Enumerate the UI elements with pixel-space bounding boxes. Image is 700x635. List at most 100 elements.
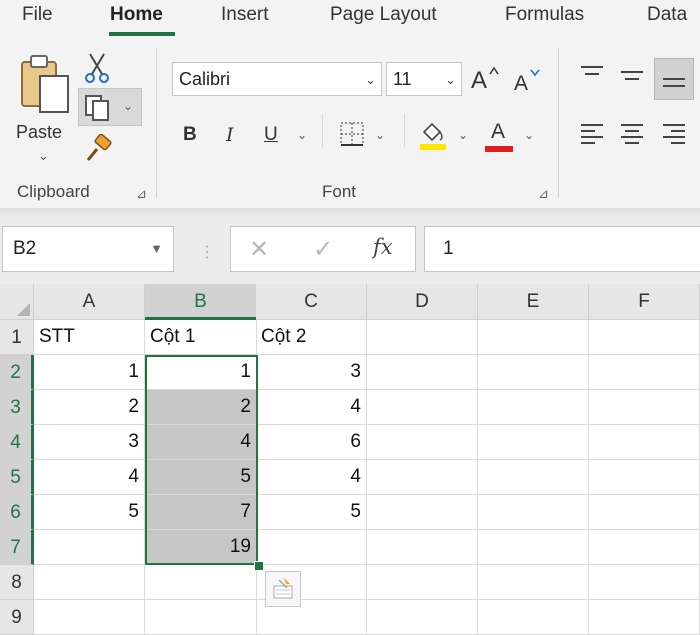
cell-f4[interactable] (589, 425, 700, 460)
cell-a1[interactable]: STT (34, 320, 145, 355)
middle-align-icon[interactable] (618, 64, 646, 88)
cell-e8[interactable] (478, 565, 589, 600)
column-header-e[interactable]: E (478, 284, 589, 320)
cell-e3[interactable] (478, 390, 589, 425)
tab-data[interactable]: Data (647, 4, 687, 26)
column-header-f[interactable]: F (589, 284, 700, 320)
cell-f8[interactable] (589, 565, 700, 600)
cell-e6[interactable] (478, 495, 589, 530)
cell-c2[interactable]: 3 (256, 355, 367, 390)
cell-a7[interactable] (34, 530, 145, 565)
italic-button[interactable]: I (226, 124, 234, 146)
row-header-9[interactable]: 9 (0, 600, 34, 635)
cell-c5[interactable]: 4 (256, 460, 367, 495)
cell-c1[interactable]: Cột 2 (256, 320, 367, 355)
row-header-8[interactable]: 8 (0, 565, 34, 600)
increase-font-size-icon[interactable]: A (470, 64, 500, 94)
cell-c7[interactable] (256, 530, 367, 565)
cell-a6[interactable]: 5 (34, 495, 145, 530)
fill-handle[interactable] (254, 561, 264, 571)
cell-e2[interactable] (478, 355, 589, 390)
row-header-1[interactable]: 1 (0, 320, 34, 355)
cancel-icon[interactable]: ✕ (249, 235, 269, 264)
cell-a9[interactable] (34, 600, 145, 635)
column-header-d[interactable]: D (367, 284, 478, 320)
fill-color-icon[interactable] (418, 118, 448, 152)
cell-c3[interactable]: 4 (256, 390, 367, 425)
cell-d2[interactable] (367, 355, 478, 390)
formula-bar-grip-icon[interactable]: ⋮ (199, 242, 215, 262)
tab-formulas[interactable]: Formulas (505, 4, 584, 26)
cut-icon[interactable] (84, 52, 110, 84)
top-align-icon[interactable] (578, 64, 606, 88)
tab-insert[interactable]: Insert (221, 4, 269, 26)
align-right-icon[interactable] (660, 120, 688, 148)
bottom-align-button[interactable] (654, 58, 694, 100)
cell-d1[interactable] (367, 320, 478, 355)
cell-d8[interactable] (367, 565, 478, 600)
cell-f9[interactable] (589, 600, 700, 635)
font-color-dropdown-icon[interactable]: ⌄ (524, 128, 534, 142)
underline-dropdown-icon[interactable]: ⌄ (297, 128, 307, 142)
font-name-combo[interactable]: Calibri ⌄ (172, 62, 382, 96)
cell-d9[interactable] (367, 600, 478, 635)
cell-b9[interactable] (145, 600, 257, 635)
cell-f3[interactable] (589, 390, 700, 425)
borders-icon[interactable] (338, 120, 366, 148)
row-header-6[interactable]: 6 (0, 495, 34, 530)
column-header-b[interactable]: B (145, 284, 257, 320)
select-all-button[interactable] (0, 284, 34, 320)
cell-e9[interactable] (478, 600, 589, 635)
cell-b4[interactable]: 4 (145, 425, 257, 460)
quick-analysis-button[interactable] (265, 571, 301, 607)
cell-f5[interactable] (589, 460, 700, 495)
row-header-5[interactable]: 5 (0, 460, 34, 495)
cell-e1[interactable] (478, 320, 589, 355)
align-center-icon[interactable] (618, 120, 646, 148)
decrease-font-size-icon[interactable]: A (512, 66, 542, 96)
cell-a3[interactable]: 2 (34, 390, 145, 425)
clipboard-launcher-icon[interactable]: ⊿ (136, 186, 147, 202)
row-header-2[interactable]: 2 (0, 355, 34, 390)
row-header-3[interactable]: 3 (0, 390, 34, 425)
font-launcher-icon[interactable]: ⊿ (538, 186, 549, 202)
column-header-c[interactable]: C (256, 284, 367, 320)
cell-a8[interactable] (34, 565, 145, 600)
insert-function-icon[interactable]: fx (373, 235, 393, 259)
tab-file[interactable]: File (22, 4, 53, 26)
cell-b8[interactable] (145, 565, 257, 600)
cell-d3[interactable] (367, 390, 478, 425)
cell-a4[interactable]: 3 (34, 425, 145, 460)
font-color-button[interactable]: A (491, 120, 505, 144)
formula-input[interactable]: 1 (424, 226, 700, 272)
paste-button[interactable]: Paste ⌄ (10, 48, 76, 173)
cell-d4[interactable] (367, 425, 478, 460)
enter-icon[interactable]: ✓ (313, 235, 333, 264)
cell-e4[interactable] (478, 425, 589, 460)
name-box[interactable]: B2 ▼ (2, 226, 174, 272)
cell-e7[interactable] (478, 530, 589, 565)
fill-color-dropdown-icon[interactable]: ⌄ (458, 128, 468, 142)
copy-button[interactable]: ⌄ (78, 88, 142, 126)
cell-b2[interactable]: 1 (145, 355, 257, 390)
cell-b3[interactable]: 2 (145, 390, 257, 425)
underline-button[interactable]: U (264, 124, 278, 146)
copy-dropdown-icon[interactable]: ⌄ (123, 99, 133, 113)
cell-d7[interactable] (367, 530, 478, 565)
cell-f2[interactable] (589, 355, 700, 390)
cell-a2[interactable]: 1 (34, 355, 145, 390)
cell-c6[interactable]: 5 (256, 495, 367, 530)
cell-b1[interactable]: Cột 1 (145, 320, 257, 355)
cell-b5[interactable]: 5 (145, 460, 257, 495)
align-left-icon[interactable] (578, 120, 606, 148)
chevron-down-icon[interactable]: ▼ (150, 241, 163, 256)
borders-dropdown-icon[interactable]: ⌄ (375, 128, 385, 142)
cell-c4[interactable]: 6 (256, 425, 367, 460)
cell-f6[interactable] (589, 495, 700, 530)
column-header-a[interactable]: A (34, 284, 145, 320)
cell-b6[interactable]: 7 (145, 495, 257, 530)
row-header-7[interactable]: 7 (0, 530, 34, 565)
cell-f1[interactable] (589, 320, 700, 355)
bold-button[interactable]: B (183, 124, 197, 146)
cell-d6[interactable] (367, 495, 478, 530)
